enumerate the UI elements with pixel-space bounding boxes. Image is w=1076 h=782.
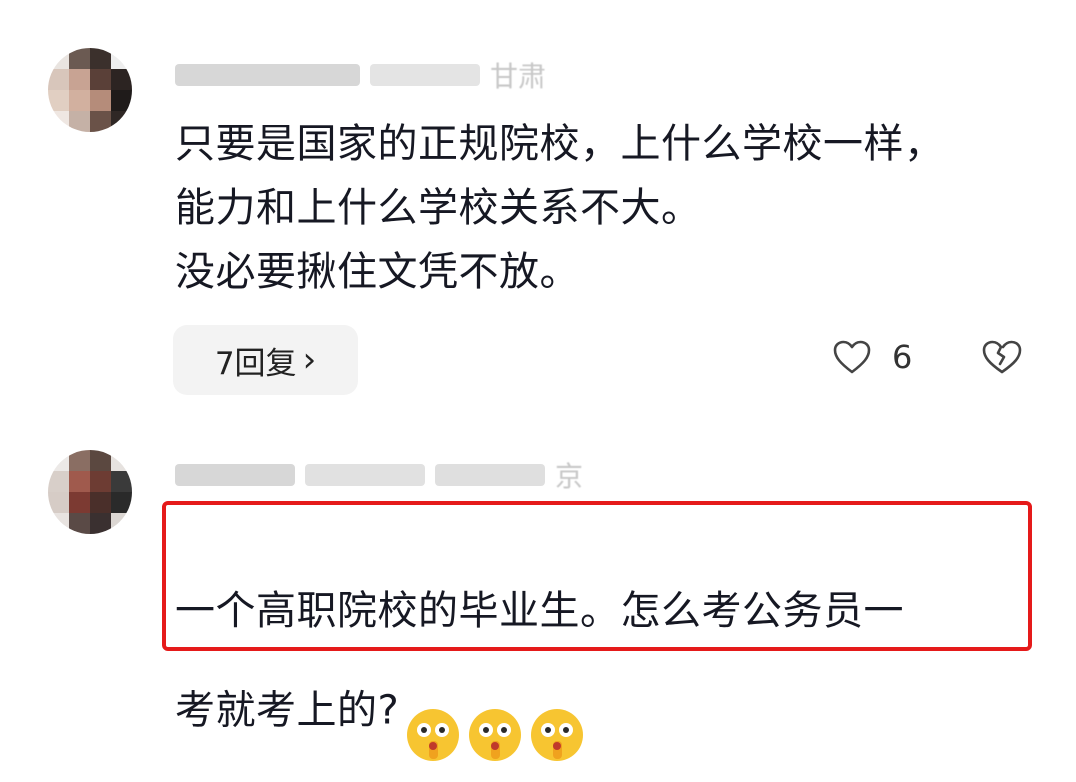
comment-meta: 京: [175, 460, 583, 493]
comment-location: 京: [555, 460, 584, 493]
shush-face-emoji-icon: [405, 643, 461, 782]
blurred-date: [370, 64, 480, 86]
comment-text: 只要是国家的正规院校，上什么学校一样， 能力和上什么学校关系不大。 没必要揪住文…: [175, 121, 945, 295]
like-button[interactable]: 6: [832, 338, 912, 376]
blurred-date: [305, 464, 425, 486]
comment-meta: 甘肃: [175, 60, 546, 93]
blurred-ip: [435, 464, 545, 486]
comment-location: 甘肃: [490, 60, 547, 93]
blurred-username: [175, 64, 360, 86]
view-replies-button[interactable]: 7回复 ›: [173, 325, 358, 395]
heart-icon: [833, 340, 871, 374]
dislike-button[interactable]: [980, 338, 1024, 380]
blurred-username: [175, 464, 295, 486]
reply-count-label: 7回复: [214, 345, 297, 382]
chevron-right-icon: ›: [302, 340, 317, 380]
shush-face-emoji-icon: [529, 643, 585, 782]
shush-face-emoji-icon: [467, 643, 523, 782]
comment-text: 一个高职院校的毕业生。怎么考公务员一 考就考上的?: [175, 515, 904, 782]
avatar[interactable]: [48, 450, 132, 534]
avatar[interactable]: [48, 48, 132, 132]
like-count: 6: [892, 338, 913, 376]
broken-heart-icon: [982, 340, 1022, 374]
